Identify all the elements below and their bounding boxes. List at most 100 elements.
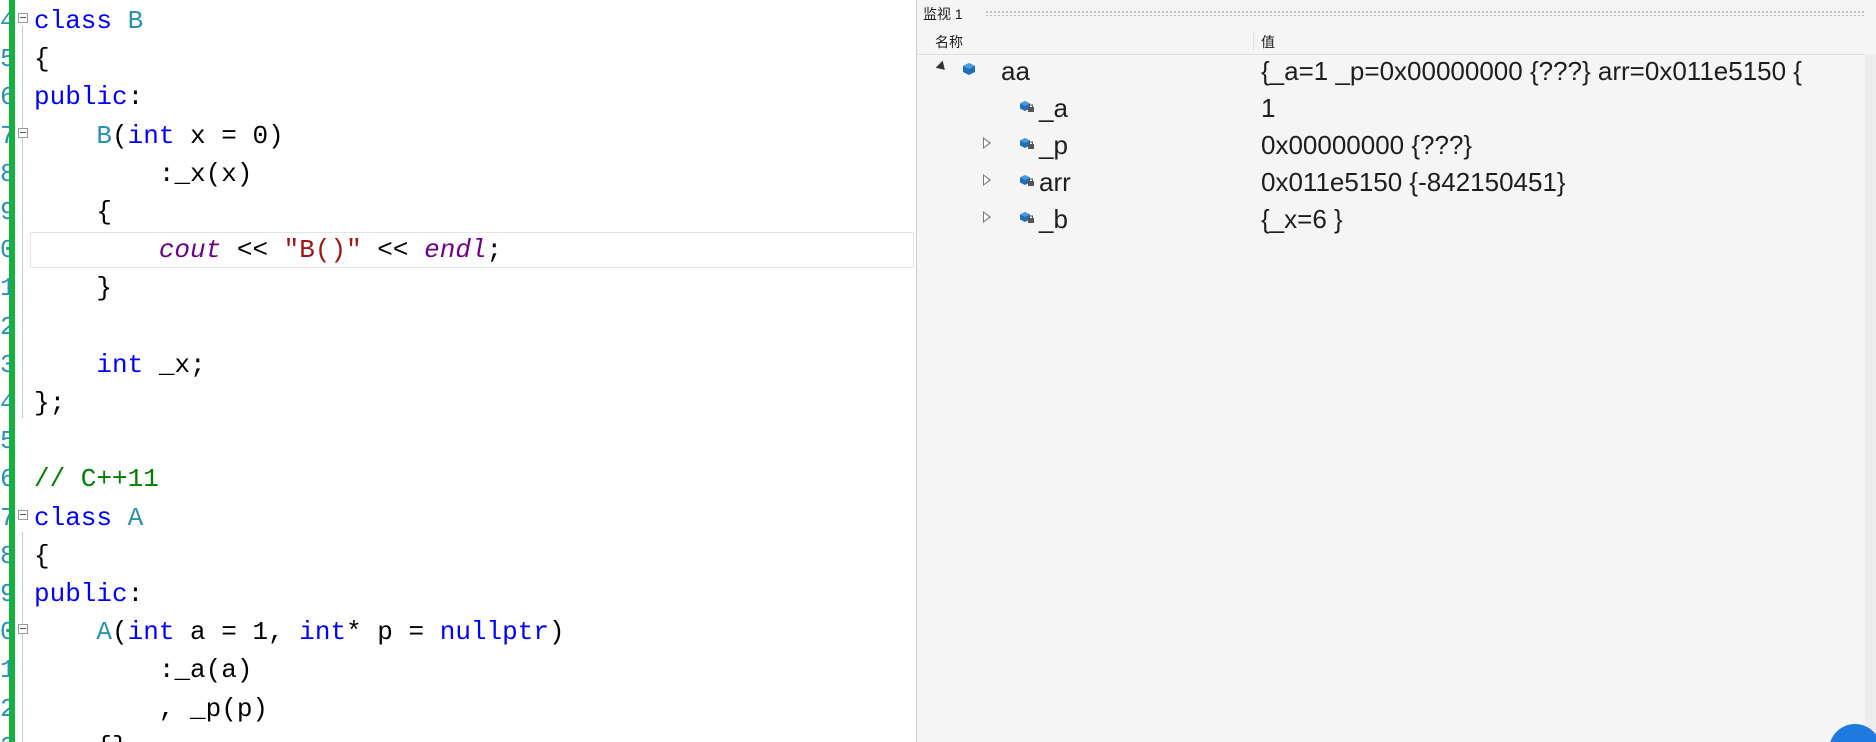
code-text: } <box>34 273 112 303</box>
code-line[interactable]: 8{ <box>0 537 916 575</box>
collapse-toggle-icon[interactable] <box>18 127 28 138</box>
code-token: { <box>34 197 113 227</box>
code-token: << <box>361 235 425 266</box>
code-token: x = 0) <box>174 120 284 151</box>
code-line[interactable]: 9 public: <box>0 575 916 613</box>
collapse-toggle-icon[interactable] <box>18 509 28 520</box>
code-line[interactable]: 3 {} <box>0 728 916 742</box>
line-number: 5 <box>0 426 10 457</box>
code-token: "B()" <box>283 235 362 266</box>
line-number: 8 <box>0 158 10 189</box>
code-text: B(int x = 0) <box>34 120 284 151</box>
line-number: 3 <box>0 349 10 380</box>
line-number: 5 <box>0 44 10 75</box>
code-text: { <box>34 44 50 74</box>
code-token: cout <box>158 235 222 266</box>
code-line[interactable]: 2 <box>0 308 916 346</box>
code-token: A <box>96 617 113 648</box>
code-line[interactable]: 6 // C++11 <box>0 460 916 498</box>
watch-item-name[interactable]: aa <box>1001 56 1030 87</box>
code-text: class B <box>34 6 143 36</box>
code-token: B <box>127 6 144 36</box>
code-line[interactable]: 1 :_a(a) <box>0 651 916 689</box>
code-line[interactable]: 7 class A <box>0 499 916 537</box>
line-number: 4 <box>0 6 10 36</box>
line-number: 2 <box>0 311 10 342</box>
code-text: }; <box>34 388 65 418</box>
code-text: A(int a = 1, int* p = nullptr) <box>34 617 565 648</box>
code-line[interactable]: 9 { <box>0 193 916 231</box>
watch-item-value[interactable]: 0x00000000 {???} <box>1261 130 1472 161</box>
code-token: int <box>299 617 347 648</box>
code-line[interactable]: 3 int _x; <box>0 346 916 384</box>
object-icon <box>963 63 975 75</box>
code-line[interactable]: 4}; <box>0 384 916 422</box>
code-line[interactable]: 5 <box>0 422 916 460</box>
watch-item-name[interactable]: _b <box>1039 204 1068 235</box>
code-text: public: <box>34 579 143 609</box>
watch-item-value[interactable]: 0x011e5150 {-842150451} <box>1261 167 1566 198</box>
code-token: , _p(p) <box>34 693 269 724</box>
code-line[interactable]: 0 A(int a = 1, int* p = nullptr) <box>0 613 916 651</box>
expand-arrow-open-icon[interactable] <box>935 60 949 74</box>
code-editor[interactable]: 4 class B 5{6 public: 7 B(int x = 0) 8 :_x(x)… <box>0 0 916 742</box>
code-text: { <box>34 197 112 227</box>
code-text: // C++11 <box>34 464 159 494</box>
code-line[interactable]: 5{ <box>0 40 916 78</box>
code-token: ( <box>112 120 128 151</box>
watch-row-b[interactable]: _b {_x=6 } <box>917 196 1876 240</box>
member-lock-icon <box>1020 138 1034 149</box>
code-text: :_a(a) <box>34 655 253 686</box>
code-token: : <box>127 82 144 113</box>
code-token: nullptr <box>439 617 549 648</box>
code-line[interactable]: 0 cout << "B()" << endl; <box>0 231 916 269</box>
code-text: :_x(x) <box>34 158 253 189</box>
watch-item-value[interactable]: 1 <box>1261 93 1275 124</box>
vertical-scrollbar[interactable] <box>1865 54 1876 742</box>
line-number: 4 <box>0 388 10 418</box>
code-line[interactable]: 7 B(int x = 0) <box>0 117 916 155</box>
watch-item-name[interactable]: _p <box>1039 130 1068 161</box>
code-line[interactable]: 2 , _p(p) <box>0 690 916 728</box>
code-token: class <box>34 502 113 533</box>
watch-title: 监视 1 <box>923 6 963 22</box>
watch-window[interactable]: 监视 1 名称 值 aa {_a=1 _p=0x00000000 {???} ar… <box>916 0 1876 742</box>
code-token: * p = <box>346 617 440 648</box>
line-number: 7 <box>0 502 10 533</box>
code-token: ; <box>486 235 503 266</box>
watch-item-name[interactable]: _a <box>1039 93 1068 124</box>
collapse-toggle-icon[interactable] <box>18 13 28 23</box>
code-token: class <box>34 6 113 36</box>
code-line[interactable]: 8 :_x(x) <box>0 155 916 193</box>
code-token: { <box>34 540 50 571</box>
code-text: class A <box>34 503 143 533</box>
member-lock-icon <box>1020 175 1034 186</box>
line-number: 7 <box>0 120 10 151</box>
code-token: int <box>127 617 175 648</box>
expand-arrow-closed-icon[interactable] <box>983 211 991 223</box>
expand-arrow-closed-icon[interactable] <box>983 174 991 186</box>
code-token: _a(a) <box>174 655 253 686</box>
code-token: << <box>221 235 284 266</box>
collapse-toggle-icon[interactable] <box>18 624 28 635</box>
title-grip[interactable] <box>985 10 1865 16</box>
expand-arrow-closed-icon[interactable] <box>983 137 991 149</box>
code-token: ( <box>112 617 128 648</box>
code-line[interactable]: 6 public: <box>0 78 916 116</box>
code-token: endl <box>424 235 487 266</box>
code-token: ) <box>548 617 565 648</box>
code-token: { <box>34 44 50 75</box>
code-token: : <box>34 655 175 686</box>
watch-item-value[interactable]: {_x=6 } <box>1261 204 1343 235</box>
code-token: public <box>34 82 128 113</box>
watch-title-bar[interactable]: 监视 1 <box>917 0 1876 26</box>
code-token: _x(x) <box>174 158 253 189</box>
watch-item-value[interactable]: {_a=1 _p=0x00000000 {???} arr=0x011e5150… <box>1261 56 1802 87</box>
code-text: , _p(p) <box>34 694 268 724</box>
code-line[interactable]: 4 class B <box>0 2 916 40</box>
watch-item-name[interactable]: arr <box>1039 167 1071 198</box>
code-line[interactable]: 1 } <box>0 269 916 307</box>
